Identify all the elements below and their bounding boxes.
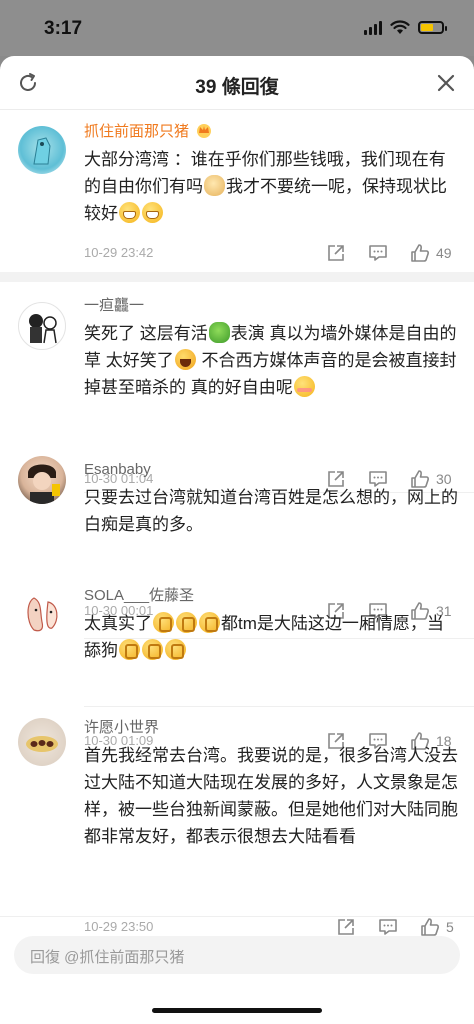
clap-emoji-icon	[153, 612, 174, 633]
avatar[interactable]	[18, 302, 66, 350]
comment-text: 太真实了 都tm是大陆这边一厢情愿，当舔狗	[84, 612, 444, 660]
avatar-cartoon-icon	[27, 597, 58, 632]
comment-divider	[84, 706, 474, 707]
shy-emoji-icon	[293, 376, 315, 397]
clap-emoji-icon	[176, 612, 197, 633]
avatar-sketch-icon	[29, 314, 57, 344]
comment-author[interactable]: Esanbaby	[84, 460, 458, 480]
close-icon[interactable]	[434, 71, 458, 95]
comment-icon	[379, 919, 397, 935]
home-indicator[interactable]	[152, 1008, 322, 1013]
clap-emoji-icon	[199, 612, 220, 633]
avatar[interactable]	[18, 456, 66, 504]
comment-author[interactable]: SOLA___佐藤圣	[84, 586, 458, 606]
avatar[interactable]	[18, 126, 66, 174]
thumbs-up-icon	[421, 918, 439, 936]
avatar[interactable]	[18, 718, 66, 766]
comment-text: 笑死了 这层有活 表演 真以为墙外媒体是自由的 草 太好笑了 不合西方媒体声音的是…	[84, 322, 457, 397]
battery-icon	[418, 21, 447, 34]
share-button[interactable]	[326, 242, 346, 264]
share-icon	[328, 245, 344, 261]
reply-placeholder: 回復 @抓住前面那只猪	[30, 949, 185, 966]
like-count: 49	[436, 245, 452, 261]
comment-button[interactable]	[368, 242, 388, 264]
clap-emoji-icon	[142, 639, 163, 660]
dog-emoji-icon	[204, 175, 225, 196]
comment-text: 首先我经常去台湾。我要说的是，很多台湾人没去过大陆不知道大陆现在发展的多好，人文…	[84, 746, 458, 846]
comment-author[interactable]: 抓住前面那只猪	[84, 122, 458, 142]
avatar-food-icon	[26, 736, 58, 752]
comment-icon	[369, 245, 387, 261]
crown-badge-icon	[197, 124, 212, 138]
signal-icon	[364, 20, 382, 35]
laughing-emoji-icon	[174, 349, 196, 370]
clap-emoji-icon	[119, 639, 140, 660]
sheet-header: 39 條回復	[0, 56, 474, 110]
comment-author[interactable]: 一疸龘一	[84, 296, 458, 316]
grin-emoji-icon	[142, 202, 163, 223]
avatar[interactable]	[18, 588, 66, 636]
comment-time: 10-29 23:42	[84, 245, 154, 260]
grin-emoji-icon	[119, 202, 140, 223]
like-count: 5	[446, 919, 454, 935]
clap-emoji-icon	[165, 639, 186, 660]
share-icon	[338, 919, 354, 935]
comment-author[interactable]: 许愿小世界	[84, 718, 458, 738]
footer-divider	[0, 916, 474, 917]
frog-emoji-icon	[208, 322, 230, 343]
comment-text: 大部分湾湾 ：谁在乎你们那些钱哦，我们现在有的自由你们有吗 我才不要统一呢，保持现…	[84, 150, 447, 223]
comment-button[interactable]	[378, 916, 398, 938]
wifi-icon	[390, 20, 410, 34]
comment-meta: 10-29 23:42 49	[84, 242, 458, 266]
comments-sheet: 39 條回復 抓住前面那只猪 大部分湾湾 ：谁在乎你们那些钱哦，我们现在有的自由…	[0, 56, 474, 1024]
header-title: 39 條回復	[195, 77, 279, 98]
share-button[interactable]	[336, 916, 356, 938]
thumbs-up-icon	[411, 244, 429, 262]
status-bar: 3:17	[0, 0, 474, 56]
avatar-figure-icon	[33, 137, 51, 165]
author-name[interactable]: 抓住前面那只猪	[84, 123, 189, 140]
like-button[interactable]: 5	[420, 916, 454, 938]
section-divider	[0, 272, 474, 282]
status-icons	[364, 20, 447, 35]
avatar-photo-icon	[28, 464, 60, 504]
status-time: 3:17	[44, 18, 83, 39]
like-button[interactable]: 49	[410, 242, 452, 264]
reply-input[interactable]: 回復 @抓住前面那只猪	[14, 936, 460, 974]
comment-time: 10-29 23:50	[84, 919, 154, 934]
comment-text: 只要去过台湾就知道台湾百姓是怎么想的，网上的白痴是真的多。	[84, 488, 458, 534]
